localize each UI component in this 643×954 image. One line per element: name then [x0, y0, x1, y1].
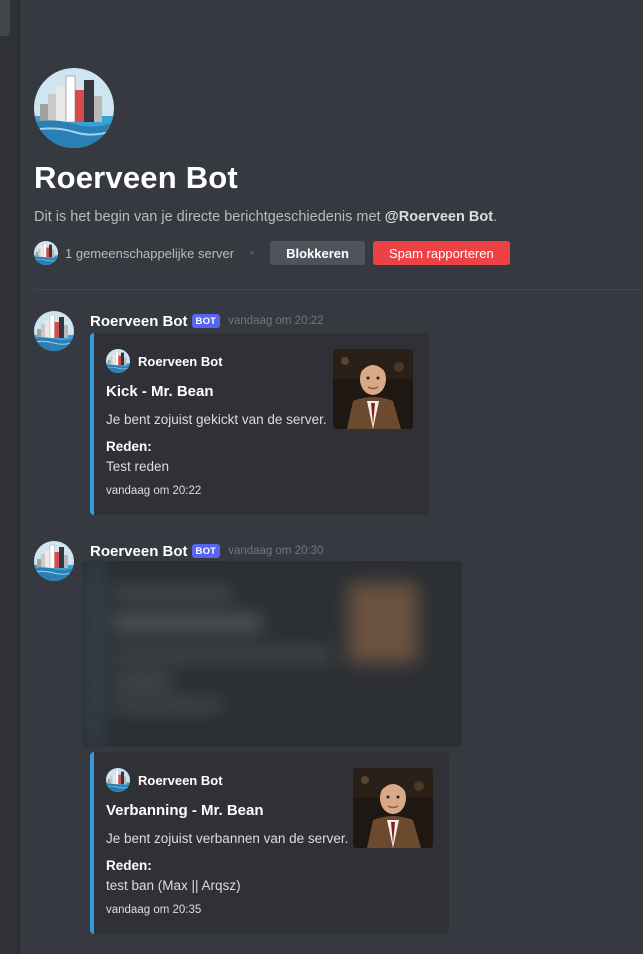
embed-author-name: Roerveen Bot — [138, 772, 223, 788]
separator-dot — [250, 251, 255, 255]
message-avatar[interactable] — [34, 311, 74, 351]
embed-field-value: Test reden — [106, 459, 170, 474]
ban-embed: Roerveen Bot Verbanning - Mr. Bean Je be… — [90, 752, 449, 934]
mutual-servers-label: 1 gemeenschappelijke server — [65, 245, 235, 261]
embed-thumbnail[interactable] — [333, 349, 413, 429]
kick-embed: Roerveen Bot Kick - Mr. Bean Je bent zoj… — [90, 333, 429, 515]
city-skyline-avatar-icon — [34, 68, 114, 148]
message-avatar[interactable] — [34, 541, 74, 581]
sidebar-stub — [0, 0, 10, 36]
message-timestamp[interactable]: vandaag om 20:30 — [228, 545, 323, 557]
message-username[interactable]: Roerveen Bot — [90, 313, 188, 330]
bot-tag: BOT — [191, 544, 221, 558]
embed-footer: vandaag om 20:22 — [106, 485, 202, 497]
embed-description: Je bent zojuist verbannen van de server. — [106, 831, 349, 846]
bot-profile-avatar[interactable] — [34, 68, 114, 148]
embed-author: Roerveen Bot — [106, 349, 223, 373]
dm-title: Roerveen Bot — [34, 160, 238, 195]
message-username[interactable]: Roerveen Bot — [90, 543, 188, 560]
city-skyline-avatar-icon — [34, 541, 74, 581]
embed-author-avatar-icon — [106, 349, 130, 373]
message-header: Roerveen Bot BOT vandaag om 20:22 — [90, 311, 323, 331]
embed-author: Roerveen Bot — [106, 768, 223, 792]
embed-author-name: Roerveen Bot — [138, 353, 223, 369]
blurred-embed — [82, 561, 462, 747]
message-header: Roerveen Bot BOT vandaag om 20:30 — [90, 541, 323, 561]
dm-intro-header: Roerveen Bot Dit is het begin van je dir… — [34, 68, 634, 265]
embed-title: Verbanning - Mr. Bean — [106, 802, 264, 819]
person-photo-thumbnail — [333, 349, 413, 429]
message-timestamp[interactable]: vandaag om 20:22 — [228, 315, 323, 327]
intro-end: . — [493, 209, 498, 225]
intro-text: Dit is het begin van je directe berichtg… — [34, 209, 385, 225]
embed-description: Je bent zojuist gekickt van de server. — [106, 412, 327, 427]
embed-field-value: test ban (Max || Arqsz) — [106, 878, 241, 893]
embed-author-avatar-icon — [106, 768, 130, 792]
mutual-servers[interactable]: 1 gemeenschappelijke server — [34, 241, 234, 265]
bot-tag: BOT — [191, 314, 221, 328]
embed-thumbnail[interactable] — [353, 768, 433, 848]
city-skyline-avatar-icon — [34, 311, 74, 351]
intro-handle: @Roerveen Bot — [384, 209, 494, 225]
header-divider — [34, 289, 643, 290]
dm-actions-row: 1 gemeenschappelijke server Blokkeren Sp… — [34, 241, 634, 265]
server-avatar-icon — [34, 241, 58, 265]
report-spam-button[interactable]: Spam rapporteren — [372, 241, 510, 265]
scrollbar-track[interactable] — [18, 0, 20, 954]
embed-footer: vandaag om 20:35 — [106, 904, 202, 916]
server-sidebar-edge — [0, 0, 20, 954]
embed-title: Kick - Mr. Bean — [106, 383, 214, 400]
embed-field-name: Reden: — [106, 858, 152, 873]
person-photo-thumbnail — [353, 768, 433, 848]
embed-field-name: Reden: — [106, 439, 152, 454]
dm-intro-text: Dit is het begin van je directe berichtg… — [34, 209, 634, 225]
block-button[interactable]: Blokkeren — [270, 241, 365, 265]
